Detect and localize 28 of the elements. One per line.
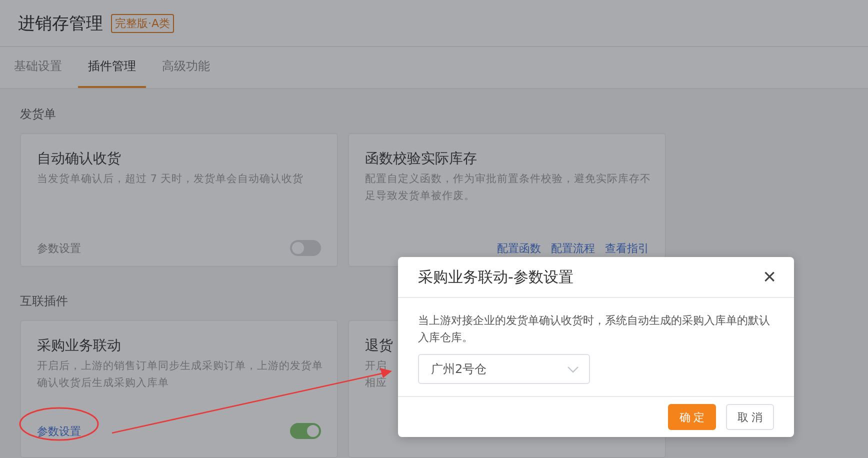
action-link[interactable]: 查看指引	[605, 241, 649, 256]
tab[interactable]: 基础设置	[4, 47, 72, 88]
edition-badge: 完整版·A类	[111, 14, 174, 32]
confirm-button[interactable]: 确 定	[668, 404, 716, 430]
caret-icon	[567, 366, 579, 372]
card-title: 自动确认收货	[37, 150, 121, 168]
tab[interactable]: 插件管理	[78, 47, 146, 88]
settings-link[interactable]: 参数设置	[37, 240, 81, 256]
card-title: 退货	[365, 337, 393, 355]
toggle-switch[interactable]	[290, 423, 321, 439]
cancel-button[interactable]: 取 消	[726, 404, 774, 430]
tab[interactable]: 高级功能	[152, 47, 220, 88]
card-description: 配置自定义函数，作为审批前置条件校验，避免实际库存不 足导致发货单被作废。	[365, 172, 651, 204]
close-button[interactable]: ×	[761, 266, 778, 288]
card-title: 采购业务联动	[37, 337, 121, 355]
card-title: 函数校验实际库存	[365, 150, 477, 168]
warehouse-select[interactable]: 广州2号仓	[418, 354, 590, 384]
toggle-switch[interactable]	[290, 240, 321, 256]
card-description: 当发货单确认后，超过 7 天时，发货单会自动确认收货	[37, 172, 304, 187]
settings-link[interactable]: 参数设置	[37, 424, 81, 438]
action-link[interactable]: 配置函数	[497, 241, 541, 256]
dialog-title: 采购业务联动-参数设置	[418, 268, 574, 286]
action-link[interactable]: 配置流程	[551, 241, 595, 256]
section-title: 发货单	[20, 106, 56, 123]
page-title: 进销存管理	[18, 12, 103, 34]
card-description: 开启后，上游的销售订单同步生成采购订单，上游的发货单 确认收货后生成采购入库单	[37, 359, 323, 391]
dialog-description: 当上游对接企业的发货单确认收货时，系统自动生成的采购入库单的默认入库仓库。	[418, 313, 771, 346]
section-title: 互联插件	[20, 293, 68, 310]
